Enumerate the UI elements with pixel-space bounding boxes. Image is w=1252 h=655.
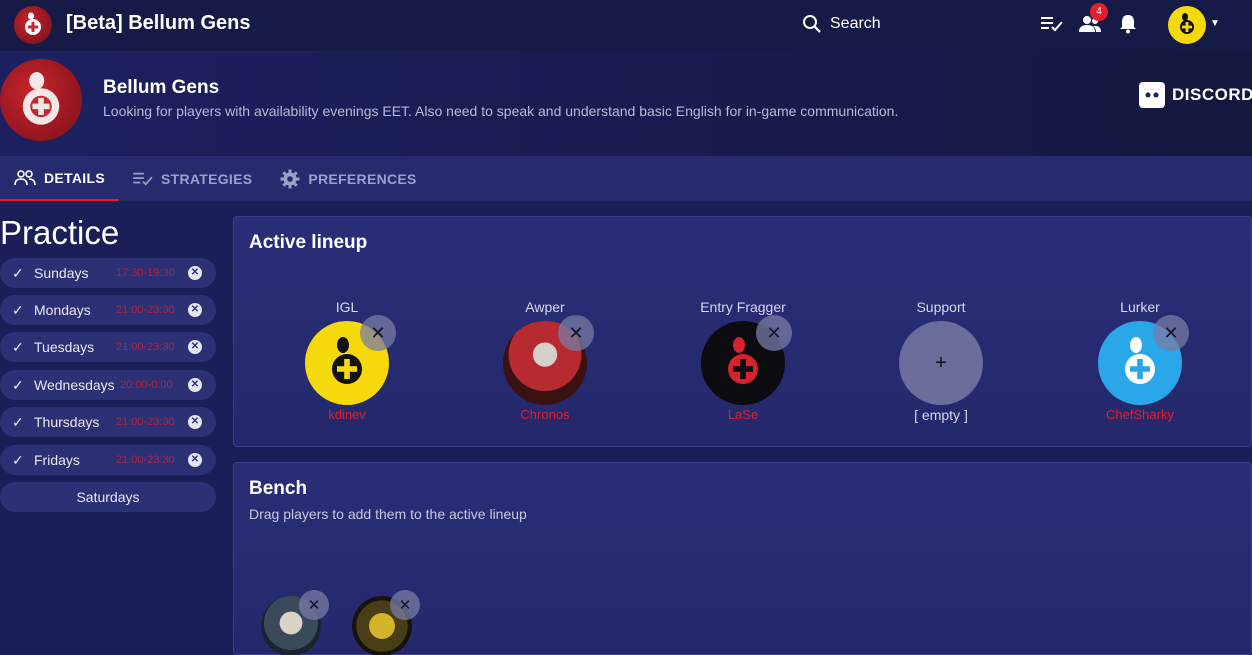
practice-day-wednesdays[interactable]: ✓ Wednesdays 20:00-0:00 ✕ [0, 370, 216, 400]
bench-player-avatar[interactable]: ✕ [352, 590, 420, 655]
tab-strategies[interactable]: STRATEGIES [119, 156, 266, 201]
close-icon[interactable]: ✕ [558, 315, 594, 351]
tab-label: PREFERENCES [308, 170, 417, 187]
team-invites-icon[interactable]: 4 [1078, 3, 1108, 36]
remove-icon[interactable]: ✕ [188, 378, 202, 392]
remove-icon[interactable]: ✕ [188, 340, 202, 354]
day-time: 17:30-19:30 [116, 267, 175, 279]
tab-preferences[interactable]: PREFERENCES [266, 156, 430, 201]
user-avatar[interactable] [1168, 6, 1206, 44]
active-lineup-card: Active lineup IGL ✕ kdinev Awper ✕ Chron… [233, 216, 1252, 447]
team-description: Looking for players with availability ev… [103, 103, 899, 119]
day-label: Tuesdays [34, 339, 95, 355]
team-header: Bellum Gens Looking for players with ava… [0, 51, 1252, 156]
playlist-check-icon[interactable] [1040, 12, 1064, 36]
practice-day-fridays[interactable]: ✓ Fridays 21:00-23:30 ✕ [0, 445, 216, 475]
search-label: Search [830, 15, 881, 32]
search-button[interactable]: Search [802, 14, 881, 34]
player-name[interactable]: LaSe [673, 407, 813, 422]
bench-card: Bench Drag players to add them to the ac… [233, 462, 1252, 655]
remove-icon[interactable]: ✕ [188, 266, 202, 280]
slot-role: Entry Fragger [700, 299, 786, 315]
day-label: Mondays [34, 302, 91, 318]
app-logo[interactable] [14, 6, 52, 44]
tab-label: DETAILS [44, 169, 105, 186]
close-icon[interactable]: ✕ [1153, 315, 1189, 351]
check-icon: ✓ [12, 413, 24, 430]
slot-role: Lurker [1120, 299, 1160, 315]
practice-day-sundays[interactable]: ✓ Sundays 17:30-19:30 ✕ [0, 258, 216, 288]
day-label: Saturdays [76, 489, 140, 505]
day-time: 21:00-23:30 [116, 454, 175, 466]
card-subtitle: Drag players to add them to the active l… [249, 506, 527, 522]
remove-icon[interactable]: ✕ [188, 303, 202, 317]
day-label: Fridays [34, 452, 80, 468]
practice-day-tuesdays[interactable]: ✓ Tuesdays 21:00-23:30 ✕ [0, 332, 216, 362]
slot-role: Awper [525, 299, 565, 315]
search-icon [803, 15, 821, 33]
lineup-slot-awper[interactable]: Awper ✕ Chronos [475, 299, 615, 422]
player-avatar[interactable]: ✕ [1098, 315, 1189, 405]
player-avatar[interactable]: ✕ [305, 315, 396, 405]
card-title: Active lineup [249, 232, 368, 253]
discord-label: DISCORD [1172, 85, 1252, 104]
check-icon: ✓ [12, 451, 24, 468]
lineup-slot-igl[interactable]: IGL ✕ kdinev [277, 299, 417, 422]
remove-icon[interactable]: ✕ [188, 453, 202, 467]
discord-link[interactable]: DISCORD [1138, 81, 1252, 109]
tab-details[interactable]: DETAILS [0, 156, 119, 201]
app-title[interactable]: [Beta] Bellum Gens [66, 12, 250, 35]
team-logo [0, 59, 82, 141]
discord-icon [1139, 82, 1165, 108]
check-icon: ✓ [12, 376, 24, 393]
plus-icon: + [935, 351, 947, 374]
day-label: Sundays [34, 265, 89, 281]
practice-day-mondays[interactable]: ✓ Mondays 21:00-23:30 ✕ [0, 295, 216, 325]
tab-label: STRATEGIES [160, 170, 253, 187]
check-icon: ✓ [12, 301, 24, 318]
bench-player-avatar[interactable]: ✕ [261, 590, 329, 655]
practice-day-saturdays[interactable]: Saturdays [0, 482, 216, 512]
day-time: 21:00-23:30 [116, 304, 175, 316]
check-icon: ✓ [12, 338, 24, 355]
day-label: Wednesdays [34, 377, 115, 393]
practice-title: Practice [0, 214, 120, 251]
player-name: [ empty ] [914, 407, 968, 423]
player-name[interactable]: kdinev [277, 407, 417, 422]
close-icon[interactable]: ✕ [390, 590, 420, 620]
player-name[interactable]: ChefSharky [1070, 407, 1210, 422]
day-time: 20:00-0:00 [120, 379, 173, 391]
gear-icon [280, 169, 300, 188]
lineup-slot-lurker[interactable]: Lurker ✕ ChefSharky [1070, 299, 1210, 422]
close-icon[interactable]: ✕ [756, 315, 792, 351]
lineup-slot-entry-fragger[interactable]: Entry Fragger ✕ LaSe [673, 299, 813, 422]
playlist-check-icon [133, 172, 153, 186]
add-player-button[interactable]: + [899, 321, 983, 405]
player-name[interactable]: Chronos [475, 407, 615, 422]
chevron-down-icon[interactable]: ▼ [1210, 18, 1220, 29]
day-label: Thursdays [34, 414, 100, 430]
team-tabs: DETAILS STRATEGIES PREFERENCES [0, 156, 1252, 201]
slot-role: IGL [335, 299, 359, 315]
card-title: Bench [249, 478, 308, 499]
top-app-bar: [Beta] Bellum Gens Search 4 ▼ [0, 0, 1252, 51]
notification-badge: 4 [1090, 3, 1108, 21]
team-name: Bellum Gens [103, 77, 220, 98]
slot-role: Support [916, 299, 966, 315]
practice-day-thursdays[interactable]: ✓ Thursdays 21:00-23:30 ✕ [0, 407, 216, 437]
day-time: 21:00-23:30 [116, 416, 175, 428]
player-avatar[interactable]: ✕ [503, 315, 594, 405]
close-icon[interactable]: ✕ [360, 315, 396, 351]
remove-icon[interactable]: ✕ [188, 415, 202, 429]
close-icon[interactable]: ✕ [299, 590, 329, 620]
group-icon [14, 169, 36, 185]
day-time: 21:00-23:30 [116, 341, 175, 353]
bell-icon[interactable] [1116, 12, 1140, 36]
lineup-slot-support[interactable]: Support + [ empty ] [871, 299, 1011, 423]
check-icon: ✓ [12, 264, 24, 281]
player-avatar[interactable]: ✕ [701, 315, 792, 405]
